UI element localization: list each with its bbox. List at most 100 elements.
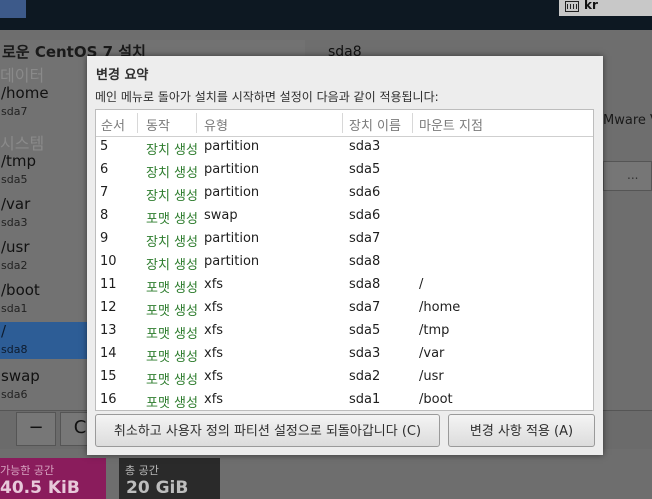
cell-order: 11 [100, 277, 117, 292]
cell-type: xfs [204, 392, 224, 407]
mountpoint-item-home[interactable]: /home sda7 [0, 84, 88, 128]
column-header-action[interactable]: 동작 [146, 115, 170, 134]
mountpoint-device: sda5 [1, 173, 28, 186]
table-row[interactable]: 6 장치 생성 partition sda5 [96, 159, 593, 182]
cell-order: 12 [100, 300, 117, 315]
table-scrollbar[interactable] [590, 136, 593, 406]
mountpoint-item-var[interactable]: /var sda3 [0, 195, 88, 239]
column-header-device[interactable]: 장치 이름 [349, 115, 401, 134]
mountpoint-device: sda8 [1, 343, 28, 356]
cell-type: xfs [204, 346, 224, 361]
cell-device: sda5 [349, 162, 381, 177]
cell-order: 10 [100, 254, 117, 269]
cell-order: 9 [100, 231, 109, 246]
table-row[interactable]: 16 포맷 생성 xfs sda1/boot [96, 389, 593, 411]
mountpoint-device: sda7 [1, 105, 28, 118]
cell-device: sda8 [349, 277, 381, 292]
cell-device: sda1 [349, 392, 381, 407]
column-separator [196, 113, 197, 133]
cell-action: 포맷 생성 [146, 281, 198, 296]
cell-type: xfs [204, 369, 224, 384]
cell-type: xfs [204, 277, 224, 292]
remove-mountpoint-button[interactable]: − [16, 412, 56, 446]
mountpoint-name: / [1, 322, 7, 340]
column-header-type[interactable]: 유형 [204, 115, 228, 134]
column-header-mount[interactable]: 마운트 지점 [419, 115, 483, 134]
mountpoint-item-boot[interactable]: /boot sda1 [0, 281, 88, 325]
cell-type: partition [204, 139, 260, 154]
column-separator [342, 113, 343, 133]
cell-mount: /usr [419, 369, 444, 384]
available-space-label: 가능한 공간 [0, 464, 55, 477]
table-row[interactable]: 12 포맷 생성 xfs sda7/home [96, 297, 593, 320]
cell-type: partition [204, 231, 260, 246]
table-row[interactable]: 5 장치 생성 partition sda3 [96, 136, 593, 159]
table-row[interactable]: 13 포맷 생성 xfs sda5/tmp [96, 320, 593, 343]
table-row[interactable]: 9 장치 생성 partition sda7 [96, 228, 593, 251]
cell-order: 16 [100, 392, 117, 407]
table-row[interactable]: 8 포맷 생성 swap sda6 [96, 205, 593, 228]
keyboard-icon [565, 1, 579, 12]
cell-type: partition [204, 185, 260, 200]
column-header-order[interactable]: 순서 [101, 115, 125, 134]
available-space-value: 40.5 KiB [0, 478, 80, 498]
cell-device: sda2 [349, 369, 381, 384]
cell-mount: / [419, 277, 424, 292]
cell-mount: /var [419, 346, 445, 361]
mountpoint-name: /boot [1, 281, 40, 299]
table-row[interactable]: 15 포맷 생성 xfs sda2/usr [96, 366, 593, 389]
mountpoint-item-swap[interactable]: swap sda6 [0, 367, 88, 411]
cell-device: sda6 [349, 185, 381, 200]
cell-action: 장치 생성 [146, 189, 198, 204]
mountpoint-item-root[interactable]: / sda8 [0, 322, 88, 359]
mountpoint-device: sda2 [1, 259, 28, 272]
cell-type: xfs [204, 323, 224, 338]
keyboard-layout-label: kr [584, 0, 598, 12]
cell-order: 7 [100, 185, 109, 200]
cell-order: 14 [100, 346, 117, 361]
cell-order: 5 [100, 139, 109, 154]
total-space-label: 총 공간 [125, 464, 159, 477]
mountpoint-device: sda1 [1, 302, 28, 315]
section-data-label: 데이터 [0, 66, 45, 85]
cell-action: 포맷 생성 [146, 373, 198, 388]
cell-action: 포맷 생성 [146, 212, 198, 227]
cell-action: 장치 생성 [146, 166, 198, 181]
cell-device: sda3 [349, 139, 381, 154]
cell-action: 포맷 생성 [146, 350, 198, 365]
changes-table: 순서 동작 유형 장치 이름 마운트 지점 5 장치 생성 partition sda… [95, 109, 594, 411]
mountpoint-name: /usr [1, 238, 30, 256]
mountpoint-item-tmp[interactable]: /tmp sda5 [0, 152, 88, 196]
keyboard-layout-indicator[interactable]: kr [559, 0, 652, 16]
mountpoint-name: swap [1, 367, 40, 385]
dialog-description: 메인 메뉴로 돌아가 설치를 시작하면 설정이 다음과 같이 적용됩니다: [95, 90, 439, 104]
table-row[interactable]: 11 포맷 생성 xfs sda8 / [96, 274, 593, 297]
cell-device: sda8 [349, 254, 381, 269]
cell-device: sda6 [349, 208, 381, 223]
cell-device: sda5 [349, 323, 381, 338]
cancel-and-return-button[interactable]: 취소하고 사용자 정의 파티션 설정으로 되돌아갑니다 (C) [95, 414, 440, 447]
table-row[interactable]: 7 장치 생성 partition sda6 [96, 182, 593, 205]
column-separator [137, 113, 138, 133]
cell-action: 포맷 생성 [146, 396, 198, 411]
mountpoint-item-usr[interactable]: /usr sda2 [0, 238, 88, 282]
cell-action: 포맷 생성 [146, 304, 198, 319]
cell-action: 장치 생성 [146, 235, 198, 250]
cell-order: 15 [100, 369, 117, 384]
cell-type: partition [204, 162, 260, 177]
total-space-box: 총 공간 20 GiB [119, 458, 220, 499]
mountpoint-name: /tmp [1, 152, 37, 170]
accept-changes-button[interactable]: 변경 사항 적용 (A) [448, 414, 595, 447]
mountpoint-device: sda3 [1, 216, 28, 229]
cell-device: sda7 [349, 300, 381, 315]
cell-mount: /home [419, 300, 461, 315]
cell-order: 6 [100, 162, 109, 177]
cell-action: 장치 생성 [146, 258, 198, 273]
mountpoint-device: sda6 [1, 388, 28, 401]
mountpoint-name: /home [1, 84, 49, 102]
cell-device: sda3 [349, 346, 381, 361]
table-row[interactable]: 14 포맷 생성 xfs sda3/var [96, 343, 593, 366]
cell-action: 포맷 생성 [146, 327, 198, 342]
table-row[interactable]: 10 장치 생성 partition sda8 [96, 251, 593, 274]
modify-device-button[interactable]: ... [603, 161, 652, 191]
